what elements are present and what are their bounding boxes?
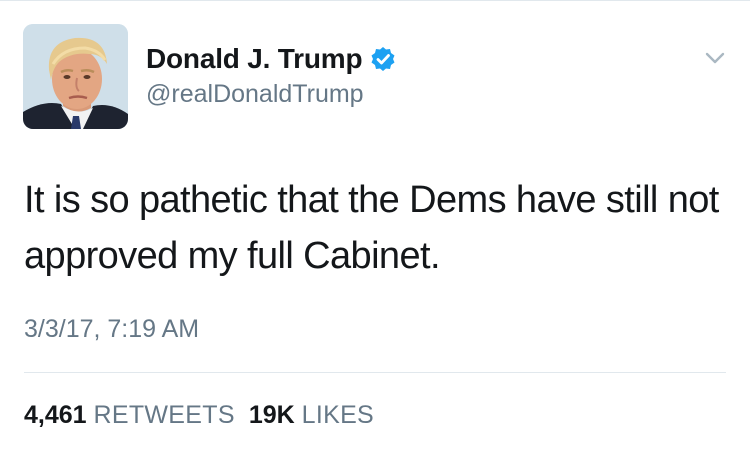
- user-handle[interactable]: @realDonaldTrump: [146, 79, 364, 109]
- profile-photo-icon: [23, 24, 128, 129]
- retweets-label: RETWEETS: [93, 401, 235, 429]
- tweet-card: Donald J. Trump @realDonaldTrump It is s…: [0, 0, 750, 451]
- likes-label: LIKES: [301, 401, 375, 429]
- verified-badge-icon: [370, 46, 396, 72]
- tweet-stats: 4,461 RETWEETS 19K LIKES: [24, 400, 374, 430]
- divider: [24, 372, 726, 373]
- display-name[interactable]: Donald J. Trump: [146, 42, 363, 76]
- chevron-down-icon[interactable]: [704, 50, 726, 66]
- tweet-timestamp[interactable]: 3/3/17, 7:19 AM: [24, 314, 199, 344]
- retweets-count: 4,461: [24, 401, 87, 429]
- likes-count: 19K: [248, 401, 295, 429]
- avatar[interactable]: [23, 24, 128, 129]
- tweet-text: It is so pathetic that the Dems have sti…: [24, 179, 719, 277]
- retweets-stat[interactable]: 4,461 RETWEETS: [24, 401, 235, 429]
- name-row: Donald J. Trump: [146, 42, 396, 76]
- likes-stat[interactable]: 19K LIKES: [249, 401, 374, 429]
